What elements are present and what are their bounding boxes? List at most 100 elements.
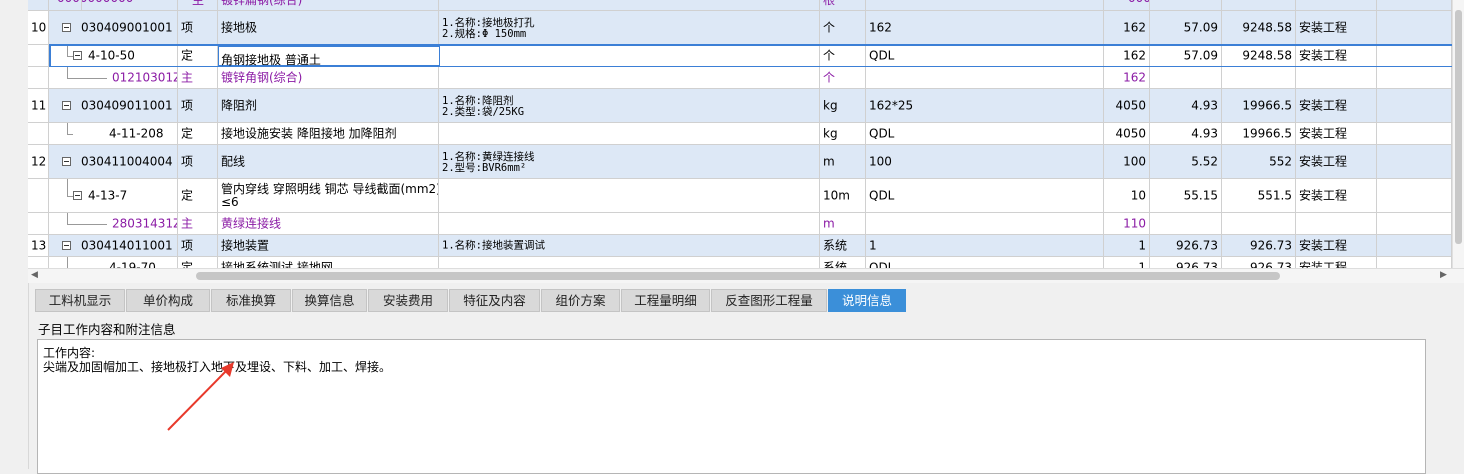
horizontal-scroll-thumb[interactable] bbox=[196, 272, 1280, 280]
cell-type[interactable]: 定 bbox=[178, 179, 218, 213]
cell-desc[interactable] bbox=[439, 123, 820, 145]
cell-type[interactable]: 主 bbox=[178, 67, 218, 89]
cell-unit[interactable]: 个 bbox=[820, 67, 866, 89]
tree-collapse-icon[interactable] bbox=[62, 156, 71, 166]
tab-3[interactable]: 标准换算 bbox=[211, 289, 291, 312]
table-row[interactable]: 13 项 接地装置 1.名称:接地装置调试 系统 1 1 926.73 926.73 安装工程 03… bbox=[28, 235, 1464, 257]
cell-name[interactable]: 接地装置 bbox=[218, 235, 439, 257]
cell-desc[interactable] bbox=[439, 257, 820, 268]
table-row[interactable]: 11 项 降阻剂 1.名称:降阻剂 2.类型:袋/25KG kg 162*25 4050 4.9… bbox=[28, 89, 1464, 123]
cell-price[interactable]: 5.52 bbox=[1150, 145, 1222, 179]
cell-desc[interactable]: 1.名称:接地极打孔 2.规格:Φ 150mm bbox=[439, 11, 820, 45]
cell-price[interactable]: 55.15 bbox=[1150, 179, 1222, 213]
cell-total[interactable] bbox=[1222, 213, 1296, 235]
cell-expr[interactable] bbox=[866, 67, 1104, 89]
cell-type[interactable]: 项 bbox=[178, 89, 218, 123]
cell-total[interactable]: 19966.5 bbox=[1222, 123, 1296, 145]
cell-type[interactable]: 定 bbox=[178, 123, 218, 145]
cell-price[interactable]: 4.93 bbox=[1150, 89, 1222, 123]
cell-expr[interactable]: QDL bbox=[866, 45, 1104, 67]
cell-desc[interactable]: 1.名称:降阻剂 2.类型:袋/25KG bbox=[439, 89, 820, 123]
cell-category[interactable]: 安装工程 bbox=[1296, 145, 1377, 179]
cell-desc[interactable] bbox=[439, 67, 820, 89]
cell-code[interactable]: 030409001001 bbox=[49, 11, 178, 45]
cell-price[interactable]: 926.73 bbox=[1150, 235, 1222, 257]
cell-price[interactable] bbox=[1150, 213, 1222, 235]
cell-extra1[interactable] bbox=[1377, 179, 1452, 213]
tab-10[interactable]: 说明信息 bbox=[828, 289, 906, 312]
table-row[interactable]: 12 项 配线 1.名称:黄绿连接线 2.型号:BVR6mm² m 100 100 5.52 55… bbox=[28, 145, 1464, 179]
cell-code[interactable]: 030414011001 bbox=[49, 235, 178, 257]
cell-extra1[interactable] bbox=[1377, 45, 1452, 67]
table-row[interactable]: 10 项 接地极 1.名称:接地极打孔 2.规格:Φ 150mm 个 162 162 57.09… bbox=[28, 11, 1464, 45]
table-row-partial[interactable]: 0000000000主镀锌扁钢(综合)根000 bbox=[28, 0, 1464, 11]
cell-extra1[interactable] bbox=[1377, 123, 1452, 145]
name-edit-box[interactable]: 角钢接地极 普通土 bbox=[218, 46, 440, 67]
vertical-scroll-thumb[interactable] bbox=[1455, 10, 1462, 244]
cell-name[interactable]: 镀锌角钢(综合) bbox=[218, 67, 439, 89]
cell-name[interactable]: 降阻剂 bbox=[218, 89, 439, 123]
cell-qty[interactable]: 162 bbox=[1104, 67, 1150, 89]
cell-expr[interactable]: 100 bbox=[866, 145, 1104, 179]
tree-collapse-icon[interactable] bbox=[73, 50, 82, 60]
cell-price[interactable]: 57.09 bbox=[1150, 45, 1222, 67]
cell-expr[interactable]: 1 bbox=[866, 235, 1104, 257]
tab-9[interactable]: 反查图形工程量 bbox=[711, 289, 827, 312]
tab-7[interactable]: 组价方案 bbox=[541, 289, 620, 312]
cell-code[interactable]: 030409011001 bbox=[49, 89, 178, 123]
cell-type[interactable]: 主 bbox=[178, 213, 218, 235]
cell-unit[interactable]: m bbox=[820, 213, 866, 235]
cell-name[interactable]: 接地极 bbox=[218, 11, 439, 45]
cell-category[interactable]: 安装工程 bbox=[1296, 257, 1377, 268]
tab-6[interactable]: 特征及内容 bbox=[449, 289, 540, 312]
cell-category[interactable] bbox=[1296, 213, 1377, 235]
cell-code[interactable]: 030411004004 bbox=[49, 145, 178, 179]
cell-price[interactable]: 926.73 bbox=[1150, 257, 1222, 268]
cell-qty[interactable]: 10 bbox=[1104, 179, 1150, 213]
cell-total[interactable] bbox=[1222, 67, 1296, 89]
cell-unit[interactable]: kg bbox=[820, 123, 866, 145]
cell-extra1[interactable] bbox=[1377, 145, 1452, 179]
note-textarea[interactable]: 工作内容: 尖端及加固帽加工、接地极打入地下及埋设、下料、加工、焊接。 bbox=[37, 339, 1426, 474]
tab-4[interactable]: 换算信息 bbox=[292, 289, 367, 312]
cell-type[interactable]: 项 bbox=[178, 11, 218, 45]
table-row[interactable]: 定 管内穿线 穿照明线 铜芯 导线截面(mm2) ≤6 10m QDL 10 55.15 55… bbox=[28, 179, 1464, 213]
scroll-left-arrow-icon[interactable]: ◀ bbox=[31, 270, 38, 280]
cell-price[interactable]: 4.93 bbox=[1150, 123, 1222, 145]
tab-1[interactable]: 工料机显示 bbox=[35, 289, 125, 312]
cell-expr[interactable] bbox=[866, 213, 1104, 235]
cell-expr[interactable]: 162*25 bbox=[866, 89, 1104, 123]
table-row[interactable]: 主 镀锌角钢(综合) 个 162 01210301Z@1 bbox=[28, 67, 1464, 89]
cell-name[interactable]: 接地系统测试 接地网 bbox=[218, 257, 439, 268]
cell-qty[interactable]: 162 bbox=[1104, 11, 1150, 45]
budget-grid[interactable]: 0000000000主镀锌扁钢(综合)根000 10 项 接地极 1.名称:接地极打孔2… bbox=[28, 0, 1464, 268]
cell-desc[interactable]: 1.名称:接地装置调试 bbox=[439, 235, 820, 257]
cell-price[interactable] bbox=[1150, 67, 1222, 89]
cell-total[interactable]: 9248.58 bbox=[1222, 11, 1296, 45]
cell-desc[interactable] bbox=[439, 45, 820, 67]
cell-code[interactable]: 4-11-208 bbox=[49, 123, 178, 145]
cell-unit[interactable]: m bbox=[820, 145, 866, 179]
cell-total[interactable]: 552 bbox=[1222, 145, 1296, 179]
cell-extra1[interactable] bbox=[1377, 235, 1452, 257]
cell-type[interactable]: 定 bbox=[178, 257, 218, 268]
cell-qty[interactable]: 4050 bbox=[1104, 123, 1150, 145]
cell-name[interactable]: 接地设施安装 降阻接地 加降阻剂 bbox=[218, 123, 439, 145]
cell-extra1[interactable] bbox=[1377, 89, 1452, 123]
tab-2[interactable]: 单价构成 bbox=[126, 289, 210, 312]
cell-desc[interactable] bbox=[439, 179, 820, 213]
cell-code[interactable]: 4-13-7 bbox=[49, 179, 178, 213]
cell-qty[interactable]: 4050 bbox=[1104, 89, 1150, 123]
cell-category[interactable]: 安装工程 bbox=[1296, 179, 1377, 213]
cell-expr[interactable]: 162 bbox=[866, 11, 1104, 45]
tree-collapse-icon[interactable] bbox=[62, 22, 71, 32]
cell-unit[interactable]: 系统 bbox=[820, 257, 866, 268]
cell-category[interactable]: 安装工程 bbox=[1296, 11, 1377, 45]
table-row[interactable]: 定接地系统测试 接地网 系统 QDL 1 926.73 926.73 安装工程 4-19-70 bbox=[28, 257, 1464, 268]
cell-qty[interactable]: 110 bbox=[1104, 213, 1150, 235]
table-row[interactable]: 定 接地设施安装 降阻接地 加降阻剂 kg QDL 4050 4.93 19966.5 安装工… bbox=[28, 123, 1464, 145]
tree-collapse-icon[interactable] bbox=[62, 100, 71, 110]
cell-extra1[interactable] bbox=[1377, 67, 1452, 89]
tree-collapse-icon[interactable] bbox=[73, 190, 82, 200]
tree-collapse-icon[interactable] bbox=[62, 240, 71, 250]
